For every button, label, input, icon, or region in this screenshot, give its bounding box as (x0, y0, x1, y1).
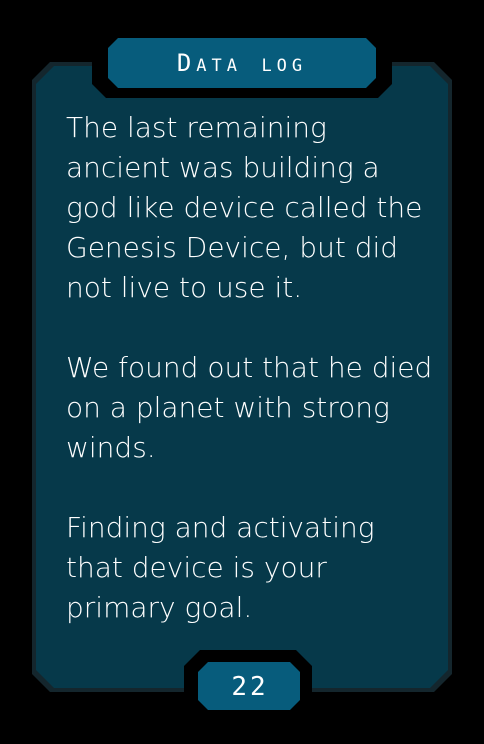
body-paragraph: The last remaining ancient was building … (66, 111, 423, 304)
page-number: 22 (231, 672, 269, 702)
card-title: Data log (176, 49, 308, 77)
body-paragraph: Finding and activating that device is yo… (66, 511, 375, 624)
card-body: The last remaining ancient was building … (66, 108, 436, 668)
data-log-card: Data log The last remaining ancient was … (0, 0, 484, 744)
body-paragraph: We found out that he died on a planet wi… (66, 351, 433, 464)
